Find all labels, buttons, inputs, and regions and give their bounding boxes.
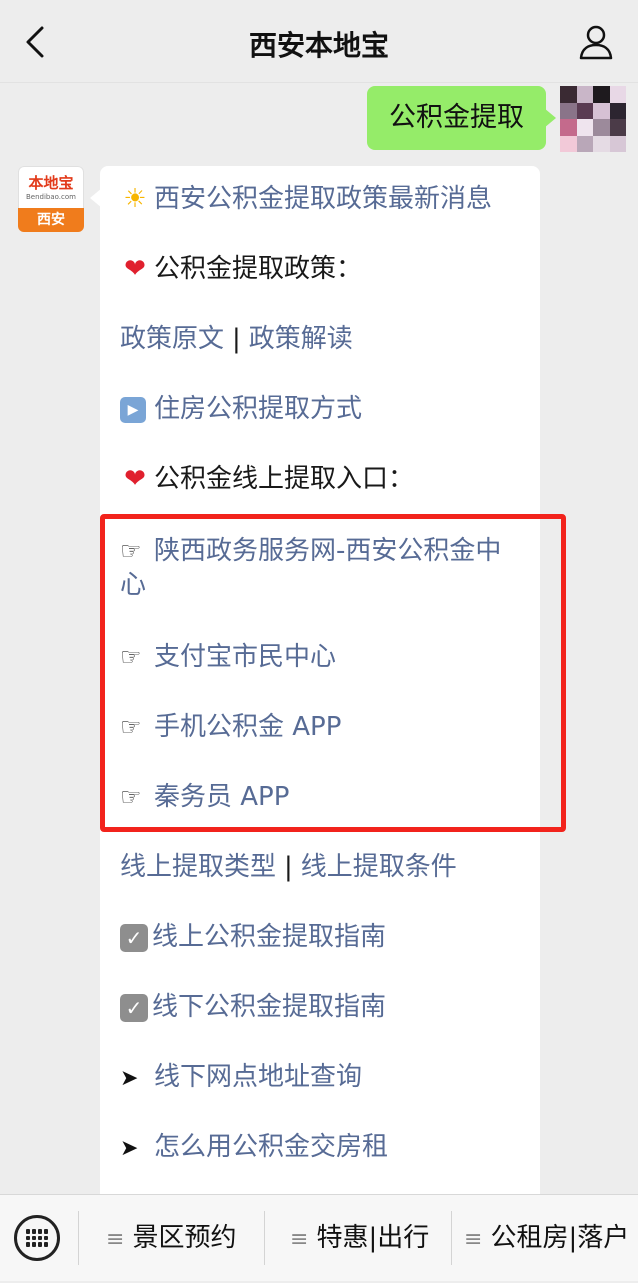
menu-divider bbox=[451, 1211, 452, 1265]
pointing-hand-icon: ☞ bbox=[120, 783, 142, 811]
policy-links-row: 政策原文 | 政策解读 bbox=[120, 322, 522, 356]
offline-guide-text[interactable]: 线下公积金提取指南 bbox=[152, 992, 386, 1022]
arrow-right-icon: ➤ bbox=[120, 1136, 139, 1161]
headline-link[interactable]: ☀ 西安公积金提取政策最新消息 bbox=[120, 182, 522, 216]
policy-interpret-link[interactable]: 政策解读 bbox=[249, 324, 353, 354]
heart-icon: ❤ bbox=[124, 254, 146, 284]
header-bar: 西安本地宝 bbox=[0, 0, 638, 83]
online-entry-heading-text: 公积金线上提取入口： bbox=[154, 464, 415, 494]
offline-guide-link[interactable]: ✓ 线下公积金提取指南 bbox=[120, 990, 522, 1024]
entry-shaanxi-text-cont[interactable]: 心 bbox=[120, 570, 146, 600]
bot-logo-city: 西安 bbox=[18, 208, 84, 232]
policy-original-link[interactable]: 政策原文 bbox=[120, 324, 224, 354]
user-avatar[interactable] bbox=[560, 86, 626, 152]
online-types-link[interactable]: 线上提取类型 bbox=[120, 852, 276, 882]
entry-qinwuyuan-text[interactable]: 秦务员 APP bbox=[154, 782, 289, 812]
withdraw-methods-link[interactable]: ▶ 住房公积提取方式 bbox=[120, 392, 522, 426]
separator: | bbox=[232, 324, 241, 354]
menu-item-housing[interactable]: ≡ 公租房|落户 bbox=[464, 1195, 629, 1281]
bottom-menu-bar: ≡ 景区预约 ≡ 特惠|出行 ≡ 公租房|落户 bbox=[0, 1194, 638, 1281]
outgoing-message-bubble[interactable]: 公积金提取 bbox=[367, 86, 556, 150]
entry-alipay-link[interactable]: ☞ 支付宝市民中心 bbox=[120, 640, 522, 674]
menu-lines-icon: ≡ bbox=[464, 1227, 483, 1252]
profile-button[interactable] bbox=[576, 22, 616, 62]
person-icon bbox=[579, 25, 613, 60]
menu-item-label: 景区预约 bbox=[132, 1223, 237, 1253]
rent-payment-text[interactable]: 怎么用公积金交房租 bbox=[154, 1132, 388, 1162]
menu-lines-icon: ≡ bbox=[290, 1227, 309, 1252]
online-types-row: 线上提取类型 | 线上提取条件 bbox=[120, 850, 522, 884]
checkbox-icon: ✓ bbox=[120, 993, 148, 1022]
pointing-hand-icon: ☞ bbox=[120, 713, 142, 741]
online-entry-heading: ❤ 公积金线上提取入口： bbox=[120, 462, 522, 496]
bot-logo-text: 本地宝 bbox=[28, 174, 74, 192]
play-icon: ▶ bbox=[120, 396, 146, 423]
online-conditions-link[interactable]: 线上提取条件 bbox=[301, 852, 457, 882]
entry-shaanxi-link[interactable]: ☞ 陕西政务服务网-西安公积金中 心 bbox=[120, 534, 522, 602]
keyboard-icon bbox=[26, 1229, 48, 1247]
entry-shaanxi-text[interactable]: 陕西政务服务网-西安公积金中 bbox=[154, 536, 501, 566]
menu-divider bbox=[264, 1211, 265, 1265]
menu-lines-icon: ≡ bbox=[106, 1227, 125, 1252]
arrow-right-icon: ➤ bbox=[120, 1066, 139, 1091]
incoming-message-bubble: ☀ 西安公积金提取政策最新消息 ❤ 公积金提取政策： 政策原文 | 政策解读 ▶ 住房公积… bbox=[90, 166, 540, 1206]
withdraw-methods-text[interactable]: 住房公积提取方式 bbox=[154, 394, 362, 424]
menu-item-scenic[interactable]: ≡ 景区预约 bbox=[106, 1195, 236, 1281]
pointing-hand-icon: ☞ bbox=[120, 643, 142, 671]
heart-icon: ❤ bbox=[124, 464, 146, 494]
online-guide-text[interactable]: 线上公积金提取指南 bbox=[152, 922, 386, 952]
offline-address-text[interactable]: 线下网点地址查询 bbox=[154, 1062, 362, 1092]
keyboard-button[interactable] bbox=[14, 1215, 60, 1261]
entry-alipay-text[interactable]: 支付宝市民中心 bbox=[154, 642, 336, 672]
page-title: 西安本地宝 bbox=[248, 29, 389, 62]
headline-text[interactable]: 西安公积金提取政策最新消息 bbox=[154, 184, 492, 214]
entry-mobile-app-link[interactable]: ☞ 手机公积金 APP bbox=[120, 710, 522, 744]
bot-logo-url: Bendibao.com bbox=[25, 193, 76, 201]
pointing-hand-icon: ☞ bbox=[120, 537, 142, 565]
online-guide-link[interactable]: ✓ 线上公积金提取指南 bbox=[120, 920, 522, 954]
checkbox-icon: ✓ bbox=[120, 923, 148, 952]
menu-divider bbox=[78, 1211, 79, 1265]
rent-payment-link[interactable]: ➤ 怎么用公积金交房租 bbox=[120, 1130, 522, 1166]
outgoing-message-row: 公积金提取 bbox=[0, 84, 638, 154]
policy-heading-text: 公积金提取政策： bbox=[154, 254, 363, 284]
sun-icon: ☀ bbox=[123, 184, 147, 214]
offline-address-link[interactable]: ➤ 线下网点地址查询 bbox=[120, 1060, 522, 1096]
separator: | bbox=[284, 852, 293, 882]
entry-qinwuyuan-link[interactable]: ☞ 秦务员 APP bbox=[120, 780, 522, 814]
menu-item-travel[interactable]: ≡ 特惠|出行 bbox=[290, 1195, 429, 1281]
menu-item-label: 公租房|落户 bbox=[490, 1223, 630, 1253]
policy-heading: ❤ 公积金提取政策： bbox=[120, 252, 522, 286]
entry-mobile-app-text[interactable]: 手机公积金 APP bbox=[154, 712, 341, 742]
menu-item-label: 特惠|出行 bbox=[316, 1223, 430, 1253]
bot-avatar[interactable]: 本地宝 Bendibao.com 西安 bbox=[18, 166, 84, 232]
